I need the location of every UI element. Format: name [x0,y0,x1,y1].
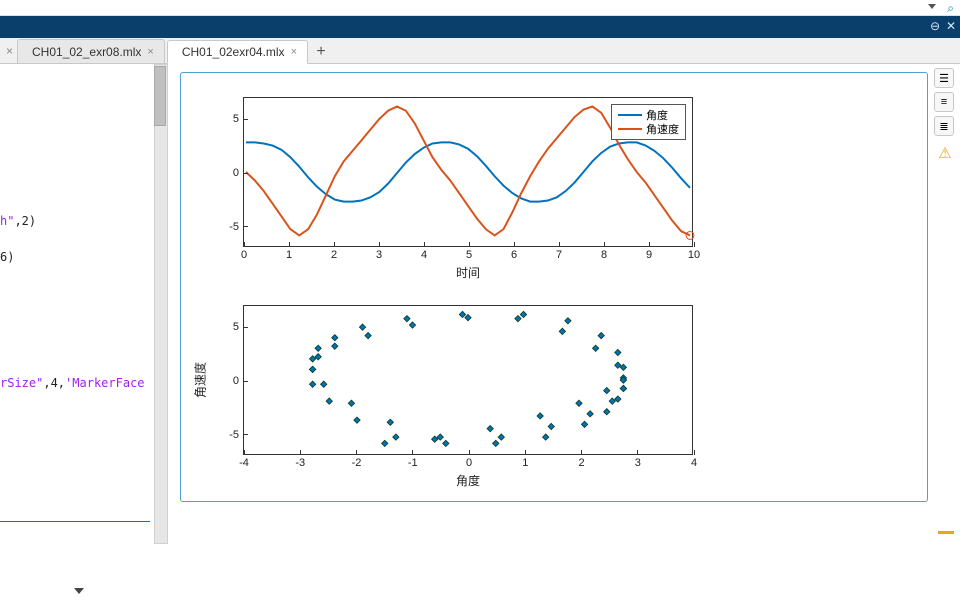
x-tick-label: 2 [578,457,584,469]
x-tick-label: 9 [646,249,652,261]
output-view-right-button[interactable]: ≡ [934,92,954,112]
file-tab-exr08[interactable]: CH01_02_exr08.mlx × [17,39,165,63]
legend-label: 角速度 [646,121,679,137]
y-tick-label: 0 [233,167,239,179]
file-tab-exr04[interactable]: CH01_02exr04.mlx × [167,40,308,64]
output-view-hide-button[interactable]: ≣ [934,116,954,136]
y-tick-label: -5 [229,429,239,441]
x-tick-label: 10 [688,249,700,261]
figure-output[interactable]: 角度 角速度 时间 012345678910-505 角度 角速度 -4-3-2… [180,72,928,502]
x-tick-label: 1 [286,249,292,261]
scatter-plot [244,306,692,454]
x-tick-label: 8 [601,249,607,261]
close-icon[interactable]: ✕ [946,19,956,33]
y-tick-label: 5 [233,113,239,125]
output-view-inline-button[interactable]: ☰ [934,68,954,88]
new-tab-button[interactable]: + [310,41,332,63]
minimize-icon[interactable]: ⊖ [930,19,940,33]
code-pane[interactable]: h",2) 6) rSize",4,'MarkerFace [0,64,168,600]
x-axis-label: 角度 [456,472,480,489]
section-dropdown-icon[interactable] [74,588,84,594]
legend-entry-angle: 角度 [618,108,679,122]
x-tick-label: -3 [295,457,305,469]
x-tick-label: 3 [376,249,382,261]
top-strip: ⌕ [0,0,960,16]
output-pane: 角度 角速度 时间 012345678910-505 角度 角速度 -4-3-2… [168,64,960,600]
tab-label: CH01_02_exr08.mlx [32,45,141,59]
editor-main: h",2) 6) rSize",4,'MarkerFace 角度 角速度 [0,64,960,600]
x-tick-label: 6 [511,249,517,261]
file-tab-bar: × CH01_02_exr08.mlx × CH01_02exr04.mlx ×… [0,38,960,64]
output-toolbar: ☰ ≡ ≣ ⚠ [934,68,956,162]
x-tick-label: -4 [239,457,249,469]
tab-close-icon[interactable]: × [291,46,297,58]
x-tick-label: -2 [352,457,362,469]
x-tick-label: 0 [241,249,247,261]
warning-marker[interactable] [938,531,954,534]
tab-close-leading[interactable]: × [6,44,13,58]
x-axis-label: 时间 [456,264,480,281]
y-axis-label: 角速度 [191,362,208,398]
legend-entry-angular-velocity: 角速度 [618,122,679,136]
code-scrollbar-thumb[interactable] [154,66,166,126]
code-text: ,2) [14,214,36,228]
tab-label: CH01_02exr04.mlx [182,45,285,59]
code-string: rSize" [0,376,43,390]
code-text: 6) [0,250,14,264]
x-tick-label: 3 [635,457,641,469]
legend[interactable]: 角度 角速度 [611,104,686,140]
title-bar: ⊖ ✕ [0,16,960,38]
x-tick-label: 1 [522,457,528,469]
axes-time-series[interactable]: 角度 角速度 时间 012345678910-505 [243,97,693,247]
x-tick-label: -1 [408,457,418,469]
section-divider [0,521,150,522]
axes-phase-portrait[interactable]: 角度 角速度 -4-3-2-101234-505 [243,305,693,455]
code-string: h" [0,214,14,228]
x-tick-label: 7 [556,249,562,261]
legend-swatch [618,128,642,130]
quick-access-dropdown-icon[interactable] [928,4,936,9]
warning-icon[interactable]: ⚠ [934,144,956,162]
x-tick-label: 5 [466,249,472,261]
y-tick-label: 0 [233,375,239,387]
y-tick-label: -5 [229,221,239,233]
code-string: 'MarkerFace [65,376,144,390]
y-tick-label: 5 [233,321,239,333]
search-icon[interactable]: ⌕ [947,1,954,16]
legend-swatch [618,114,642,116]
tab-close-icon[interactable]: × [147,46,153,58]
x-tick-label: 4 [691,457,697,469]
x-tick-label: 4 [421,249,427,261]
code-scrollbar-track[interactable] [154,64,168,544]
code-text: ,4, [43,376,65,390]
x-tick-label: 0 [466,457,472,469]
x-tick-label: 2 [331,249,337,261]
